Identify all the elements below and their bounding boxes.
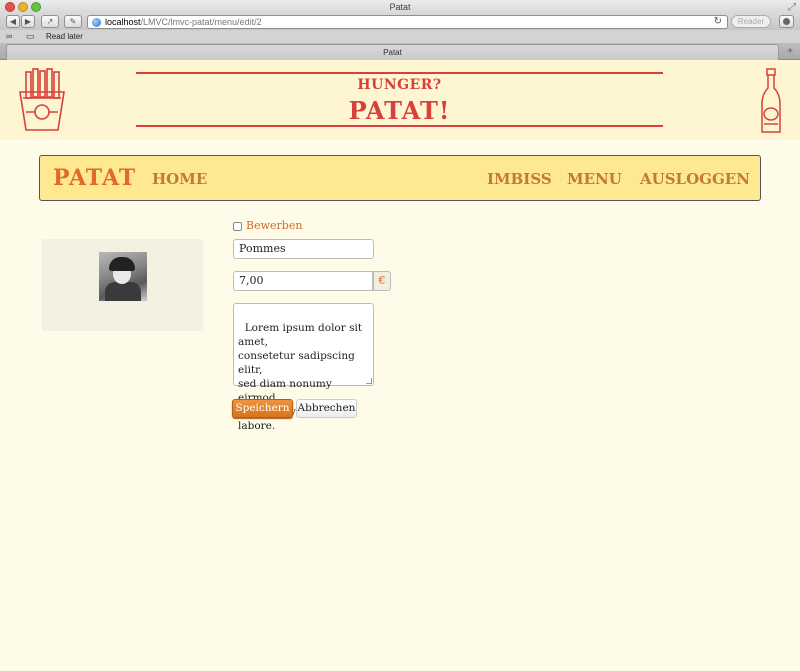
address-bar[interactable]: localhost/LMVC/lmvc-patat/menu/edit/2 ↻ <box>87 15 728 29</box>
cancel-button[interactable]: Abbrechen <box>296 399 357 418</box>
price-input[interactable]: 7,00 <box>233 271 373 291</box>
minimize-window-button[interactable] <box>18 2 28 12</box>
window-title: Patat <box>389 2 411 12</box>
read-later-link[interactable]: Read later <box>46 30 83 43</box>
tab-bar: Patat + <box>0 43 800 60</box>
nav-logout[interactable]: AUSLOGGEN <box>640 170 750 188</box>
book-icon[interactable]: ▭ <box>26 30 35 43</box>
wrench-icon: ✎ <box>69 17 77 26</box>
zoom-window-button[interactable] <box>31 2 41 12</box>
image-thumbnail-box <box>42 239 203 331</box>
save-button[interactable]: Speichern <box>232 399 293 418</box>
url-host: localhost <box>105 17 141 27</box>
nav-home[interactable]: HOME <box>152 170 207 188</box>
browser-toolbar: ◀ ▶ ↗ ✎ localhost/LMVC/lmvc-patat/menu/e… <box>0 14 800 30</box>
url-path: /LMVC/lmvc-patat/menu/edit/2 <box>140 17 262 27</box>
tab-patat[interactable]: Patat <box>6 44 779 60</box>
item-photo[interactable] <box>99 252 147 301</box>
nav-imbiss[interactable]: IMBISS <box>487 170 552 188</box>
currency-addon: € <box>373 271 391 291</box>
back-arrow-icon: ◀ <box>9 17 17 26</box>
close-window-button[interactable] <box>5 2 15 12</box>
plus-icon: + <box>787 46 793 57</box>
main-navbar: PATAT HOME IMBISS MENU AUSLOGGEN <box>39 155 761 201</box>
header-rule-bottom <box>136 125 663 127</box>
name-input[interactable]: Pommes <box>233 239 374 259</box>
reading-glasses-icon[interactable]: ∞ <box>6 30 12 43</box>
forward-arrow-icon: ▶ <box>24 17 32 26</box>
back-button[interactable]: ◀ <box>6 15 20 28</box>
fries-logo-icon <box>19 68 65 131</box>
nav-brand[interactable]: PATAT <box>53 165 136 191</box>
header-title: PATAT! <box>348 96 451 125</box>
fullscreen-icon[interactable]: ⤢ <box>788 1 796 15</box>
header-tagline: HUNGER? <box>357 77 442 93</box>
promote-checkbox[interactable] <box>233 222 242 231</box>
url-text: localhost/LMVC/lmvc-patat/menu/edit/2 <box>105 16 262 28</box>
downloads-icon[interactable] <box>779 15 794 28</box>
share-icon: ↗ <box>46 17 54 26</box>
settings-button[interactable]: ✎ <box>64 15 82 28</box>
new-tab-button[interactable]: + <box>783 45 797 59</box>
nav-menu[interactable]: MENU <box>567 170 622 188</box>
site-header: HUNGER? PATAT! <box>0 60 800 140</box>
ketchup-bottle-icon <box>761 68 781 133</box>
promote-label[interactable]: Bewerben <box>246 219 302 232</box>
resize-grip-icon[interactable] <box>366 378 372 384</box>
bookmarks-bar: ∞ ▭ Read later <box>0 30 800 43</box>
reader-button[interactable]: Reader <box>731 15 771 28</box>
description-textarea[interactable]: Lorem ipsum dolor sit amet, consetetur s… <box>233 303 374 432</box>
header-rule-top <box>136 72 663 74</box>
forward-button[interactable]: ▶ <box>21 15 35 28</box>
window-titlebar: Patat ⤢ <box>0 0 800 14</box>
reload-icon[interactable]: ↻ <box>714 16 722 28</box>
globe-icon <box>92 18 101 27</box>
share-button[interactable]: ↗ <box>41 15 59 28</box>
